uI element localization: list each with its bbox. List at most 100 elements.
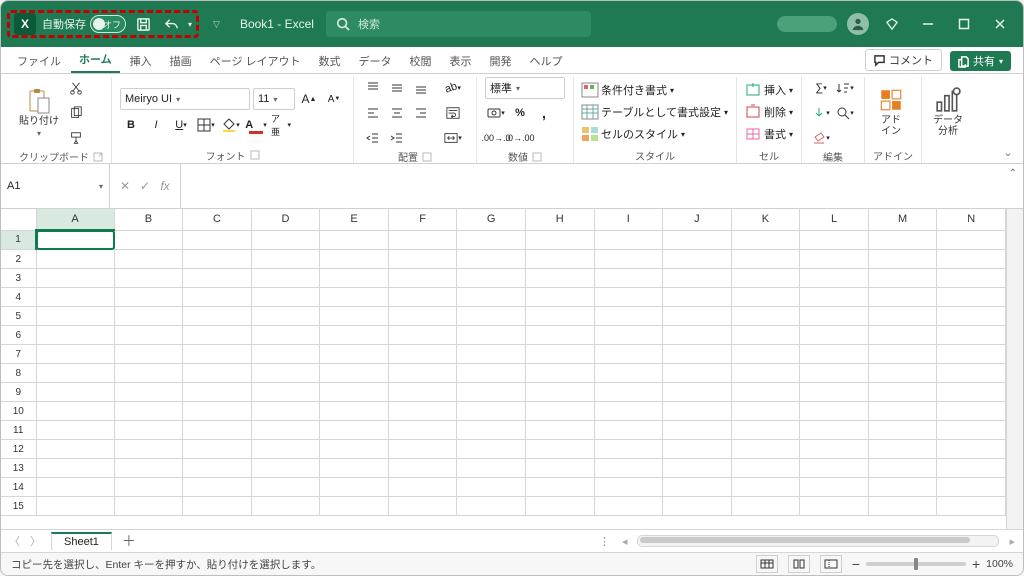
cell[interactable] — [388, 326, 457, 345]
cell[interactable] — [183, 459, 252, 478]
col-header[interactable]: J — [663, 209, 732, 230]
insert-cells-button[interactable]: 挿入▾ — [745, 82, 793, 98]
cell[interactable] — [114, 326, 183, 345]
cell[interactable] — [731, 307, 800, 326]
sort-icon[interactable]: ▾ — [834, 77, 856, 99]
cell[interactable] — [525, 269, 594, 288]
cell[interactable] — [457, 364, 526, 383]
cell[interactable] — [800, 459, 869, 478]
cell[interactable] — [663, 307, 732, 326]
cell[interactable] — [388, 421, 457, 440]
cell[interactable] — [731, 440, 800, 459]
view-page-layout-icon[interactable] — [788, 555, 810, 573]
cell[interactable] — [594, 478, 663, 497]
cell[interactable] — [36, 364, 114, 383]
tab-draw[interactable]: 描画 — [162, 49, 200, 73]
col-header[interactable]: D — [251, 209, 320, 230]
row-header[interactable]: 11 — [1, 421, 36, 440]
cell[interactable] — [183, 440, 252, 459]
comma-icon[interactable]: , — [533, 102, 555, 124]
cell[interactable] — [800, 402, 869, 421]
cell[interactable] — [525, 364, 594, 383]
cell[interactable] — [937, 269, 1006, 288]
decrease-font-icon[interactable]: A▼ — [323, 88, 345, 110]
addins-button[interactable]: アド イン — [873, 87, 909, 137]
cell[interactable] — [114, 383, 183, 402]
account-avatar[interactable] — [847, 13, 869, 35]
qat-customize-icon[interactable]: ▽ — [213, 19, 220, 30]
cell[interactable] — [36, 402, 114, 421]
cell[interactable] — [36, 497, 114, 516]
comments-button[interactable]: コメント — [865, 49, 942, 71]
cell[interactable] — [36, 326, 114, 345]
cell[interactable] — [388, 345, 457, 364]
paste-button[interactable]: 貼り付け ▾ — [19, 88, 59, 138]
col-header[interactable]: I — [594, 209, 663, 230]
share-button[interactable]: 共有 ▾ — [950, 51, 1011, 71]
font-family-select[interactable]: Meiryo UI▾ — [120, 88, 250, 110]
cell[interactable] — [663, 497, 732, 516]
cell[interactable] — [868, 250, 937, 269]
cell[interactable] — [800, 364, 869, 383]
cell[interactable] — [36, 307, 114, 326]
hscroll-right-icon[interactable]: ▸ — [1009, 535, 1015, 548]
cell[interactable] — [663, 250, 732, 269]
decrease-decimal-icon[interactable]: .0→.00 — [509, 127, 531, 149]
cell[interactable] — [114, 478, 183, 497]
diamond-icon[interactable] — [879, 11, 905, 37]
cell[interactable] — [525, 326, 594, 345]
cell[interactable] — [525, 402, 594, 421]
align-top-icon[interactable] — [362, 77, 384, 99]
col-header[interactable]: M — [868, 209, 937, 230]
cell[interactable] — [251, 364, 320, 383]
cell[interactable] — [937, 288, 1006, 307]
cell[interactable] — [114, 288, 183, 307]
name-box[interactable]: A1▾ — [1, 164, 110, 208]
grid[interactable]: ABCDEFGHIJKLMN123456789101112131415 — [1, 209, 1006, 529]
sheet-nav-next-icon[interactable]: 〉 — [30, 533, 41, 549]
cell[interactable] — [663, 421, 732, 440]
row-header[interactable]: 10 — [1, 402, 36, 421]
tab-developer[interactable]: 開発 — [482, 49, 520, 73]
tab-data[interactable]: データ — [351, 49, 400, 73]
cell[interactable] — [663, 288, 732, 307]
maximize-button[interactable] — [951, 11, 977, 37]
cell[interactable] — [525, 440, 594, 459]
cell[interactable] — [594, 459, 663, 478]
cell[interactable] — [114, 250, 183, 269]
cell[interactable] — [594, 421, 663, 440]
copy-icon[interactable] — [65, 102, 87, 124]
percent-icon[interactable]: % — [509, 102, 531, 124]
cell[interactable] — [937, 402, 1006, 421]
enter-formula-icon[interactable]: ✓ — [136, 179, 154, 193]
tab-file[interactable]: ファイル — [9, 49, 69, 73]
col-header[interactable]: L — [800, 209, 869, 230]
view-page-break-icon[interactable] — [820, 555, 842, 573]
cell[interactable] — [457, 345, 526, 364]
cell[interactable] — [36, 440, 114, 459]
cell[interactable] — [457, 478, 526, 497]
view-normal-icon[interactable] — [756, 555, 778, 573]
col-header[interactable]: E — [320, 209, 389, 230]
cell[interactable] — [731, 364, 800, 383]
cell[interactable] — [868, 497, 937, 516]
clear-icon[interactable]: ▾ — [810, 127, 832, 149]
tab-insert[interactable]: 挿入 — [122, 49, 160, 73]
cell[interactable] — [868, 402, 937, 421]
row-header[interactable]: 13 — [1, 459, 36, 478]
cell[interactable] — [937, 250, 1006, 269]
cell[interactable] — [731, 383, 800, 402]
cell[interactable] — [800, 307, 869, 326]
cell[interactable] — [663, 478, 732, 497]
cell[interactable] — [800, 288, 869, 307]
cell[interactable] — [183, 402, 252, 421]
cell[interactable] — [183, 288, 252, 307]
cancel-formula-icon[interactable]: ✕ — [116, 179, 134, 193]
cell[interactable] — [183, 497, 252, 516]
analyze-data-button[interactable]: データ 分析 — [930, 87, 966, 137]
cell[interactable] — [525, 421, 594, 440]
cell[interactable] — [320, 497, 389, 516]
autosave-toggle[interactable]: 自動保存 オフ — [42, 15, 126, 33]
expand-formula-bar-icon[interactable]: ⌃ — [1009, 168, 1017, 179]
row-header[interactable]: 15 — [1, 497, 36, 516]
